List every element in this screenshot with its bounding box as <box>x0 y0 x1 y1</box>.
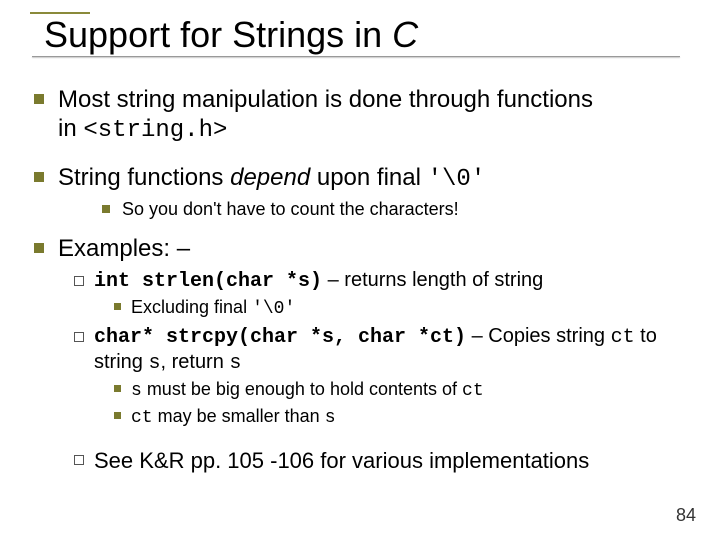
square-bullet-icon <box>114 385 121 392</box>
title-block: Support for Strings in C <box>28 12 692 57</box>
title-italic: C <box>392 14 418 55</box>
b1-line1: Most string manipulation is done through… <box>58 86 593 113</box>
example-2-sub1-text: s must be big enough to hold contents of… <box>131 378 694 403</box>
bullet-1: Most string manipulation is done through… <box>34 86 694 146</box>
ex2s2-mid: may be smaller than <box>153 406 325 426</box>
see-kr-text: See K&R pp. 105 -106 for various impleme… <box>94 447 694 475</box>
example-2-text: char* strcpy(char *s, char *ct) – Copies… <box>94 324 694 376</box>
ex2-s2: s <box>229 352 241 375</box>
b2-post: upon final <box>310 164 427 191</box>
bullet-3-text: Examples: – <box>58 235 694 264</box>
b2-pre: String functions <box>58 164 230 191</box>
square-bullet-icon <box>34 243 44 253</box>
page-number: 84 <box>676 505 696 526</box>
ex2-ct: ct <box>611 326 635 349</box>
slide-title: Support for Strings in C <box>44 16 692 54</box>
ex2-dash-pre: – Copies string <box>466 325 611 347</box>
slide: Support for Strings in C Most string man… <box>0 0 720 540</box>
open-square-bullet-icon <box>74 332 84 342</box>
ex2-s: s <box>148 352 160 375</box>
example-2-sub1: s must be big enough to hold contents of… <box>114 378 694 403</box>
ex2s1-mid: must be big enough to hold contents of <box>142 379 462 399</box>
ex2s2-s: s <box>325 408 336 428</box>
ex1-dash: – returns length of string <box>322 269 543 291</box>
ex2-ret: , return <box>160 351 229 373</box>
b2-code: '\0' <box>428 166 486 193</box>
b1-code: <string.h> <box>83 117 227 144</box>
square-bullet-icon <box>114 412 121 419</box>
example-2-sub2: ct may be smaller than s <box>114 405 694 430</box>
example-2-sub2-text: ct may be smaller than s <box>131 405 694 430</box>
ex2s1-ct: ct <box>462 381 484 401</box>
ex2-code: char* strcpy(char *s, char *ct) <box>94 326 466 349</box>
example-2: char* strcpy(char *s, char *ct) – Copies… <box>74 324 694 376</box>
ex2s1-s: s <box>131 381 142 401</box>
bullet-2-text: String functions depend upon final '\0' <box>58 164 694 195</box>
title-underline <box>32 56 680 57</box>
b1-line2a: in <box>58 115 83 142</box>
square-bullet-icon <box>34 172 44 182</box>
b2-depend: depend <box>230 164 310 191</box>
square-bullet-icon <box>34 94 44 104</box>
ex2s2-ct: ct <box>131 408 153 428</box>
bullet-2-sub-text: So you don't have to count the character… <box>122 198 694 221</box>
ex1-code: int strlen(char *s) <box>94 270 322 293</box>
bullet-2-sub: So you don't have to count the character… <box>102 198 694 221</box>
square-bullet-icon <box>114 303 121 310</box>
example-1: int strlen(char *s) – returns length of … <box>74 268 694 294</box>
see-kr: See K&R pp. 105 -106 for various impleme… <box>74 447 694 475</box>
example-1-sub: Excluding final '\0' <box>114 296 694 321</box>
ex1-sub-pre: Excluding final <box>131 297 252 317</box>
slide-body: Most string manipulation is done through… <box>34 80 694 477</box>
example-1-sub-text: Excluding final '\0' <box>131 296 694 321</box>
bullet-2: String functions depend upon final '\0' <box>34 164 694 195</box>
open-square-bullet-icon <box>74 455 84 465</box>
title-text: Support for Strings in <box>44 14 392 55</box>
open-square-bullet-icon <box>74 276 84 286</box>
example-1-text: int strlen(char *s) – returns length of … <box>94 268 694 294</box>
bullet-1-text: Most string manipulation is done through… <box>58 86 694 146</box>
square-bullet-icon <box>102 205 110 213</box>
bullet-3: Examples: – <box>34 235 694 264</box>
ex1-sub-code: '\0' <box>252 299 295 319</box>
